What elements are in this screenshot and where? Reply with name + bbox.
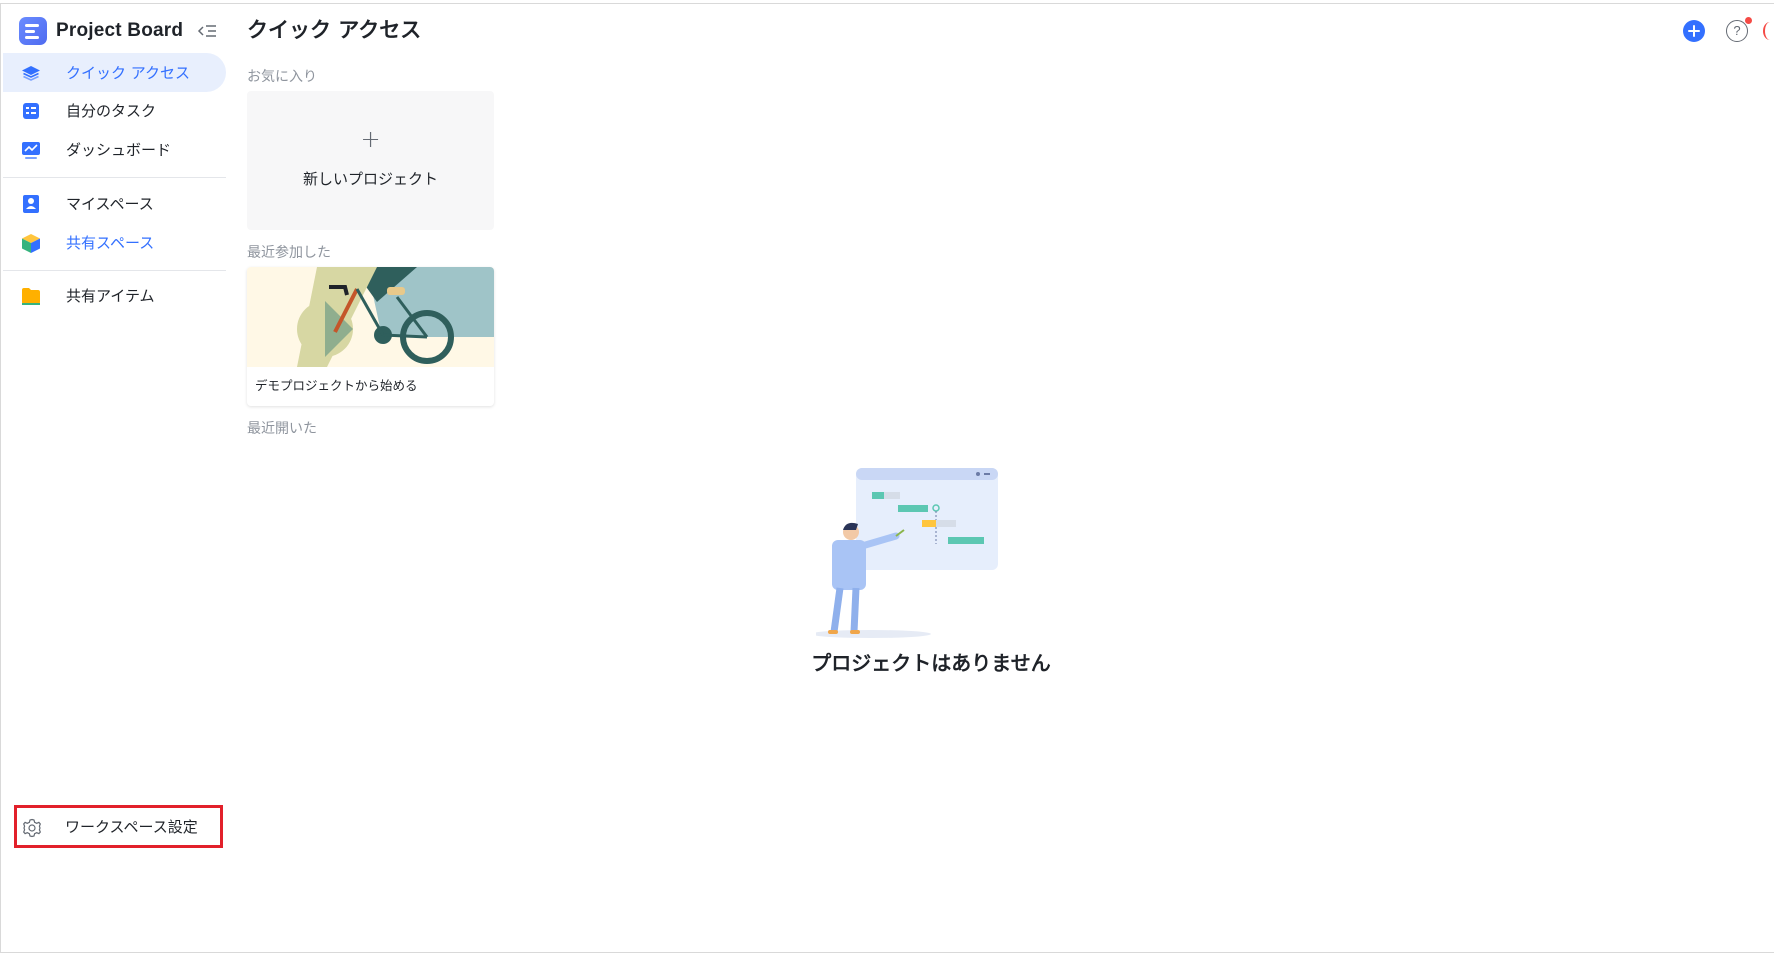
sidebar-item-my-tasks[interactable]: 自分のタスク (3, 91, 226, 130)
sidebar-item-label: 自分のタスク (66, 102, 157, 120)
gear-icon (21, 817, 43, 839)
sidebar-divider (3, 270, 226, 271)
app-window: Project Board クイック アクセス 自分のタスク ダッシュボード マ… (0, 0, 1774, 956)
sidebar-divider (3, 177, 226, 178)
page-title: クイック アクセス (247, 18, 422, 42)
workspace-settings-button[interactable]: ワークスペース設定 (14, 805, 223, 848)
sidebar-item-label: 共有スペース (66, 234, 155, 252)
sidebar-item-my-space[interactable]: マイスペース (3, 184, 226, 223)
task-list-icon (20, 100, 42, 122)
app-title: Project Board (56, 20, 184, 41)
sidebar-item-quick-access[interactable]: クイック アクセス (3, 53, 226, 92)
demo-bicycle-illustration (247, 267, 494, 367)
my-space-icon (20, 193, 42, 215)
recently-opened-section-label: 最近開いた (247, 421, 317, 437)
new-project-label: 新しいプロジェクト (302, 170, 438, 188)
sidebar: Project Board クイック アクセス 自分のタスク ダッシュボード マ… (1, 4, 226, 952)
plus-icon: + (360, 125, 381, 153)
new-project-card[interactable]: + 新しいプロジェクト (247, 91, 494, 230)
sidebar-item-label: マイスペース (66, 195, 154, 213)
project-board-logo-icon (19, 17, 47, 45)
main-content: クイック アクセス ? お気に入り + 新しいプロジェクト 最近参加した デモプ… (226, 4, 1774, 952)
sidebar-item-shared-items[interactable]: 共有アイテム (3, 276, 226, 315)
sidebar-item-label: ダッシュボード (66, 141, 172, 159)
folder-icon (20, 285, 42, 307)
dashboard-chart-icon (20, 139, 42, 161)
add-button[interactable] (1683, 20, 1705, 42)
favorites-section-label: お気に入り (247, 69, 317, 85)
sidebar-item-label: 共有アイテム (66, 287, 155, 305)
sidebar-item-label: クイック アクセス (66, 64, 191, 82)
sidebar-item-dashboard[interactable]: ダッシュボード (3, 130, 226, 169)
recently-joined-section-label: 最近参加した (247, 245, 331, 261)
collapse-sidebar-icon[interactable] (197, 21, 219, 41)
empty-state-illustration (811, 464, 1066, 664)
sidebar-item-shared-space[interactable]: 共有スペース (3, 223, 226, 262)
workspace-settings-label: ワークスペース設定 (65, 818, 198, 836)
demo-project-card[interactable]: デモプロジェクトから始める (247, 267, 494, 406)
demo-card-label: デモプロジェクトから始める (255, 378, 418, 393)
partial-edge-icon[interactable] (1763, 22, 1774, 40)
shared-space-cube-icon (20, 232, 42, 254)
empty-state-text: プロジェクトはありません (811, 651, 1051, 675)
layers-icon (20, 62, 42, 84)
brand[interactable]: Project Board (19, 15, 183, 47)
help-icon[interactable]: ? (1726, 20, 1748, 42)
notification-dot (1745, 17, 1752, 24)
